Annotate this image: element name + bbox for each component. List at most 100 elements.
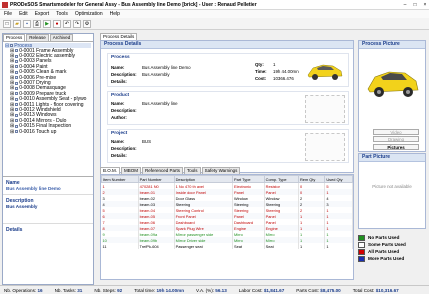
operation-icon [15,76,19,80]
drawing-button[interactable]: Drawing [373,136,419,142]
table-cell: Seat [232,243,265,249]
operation-icon [15,113,19,117]
table-cell: 1 [324,243,353,249]
product-desc-label: Description: [111,108,137,113]
cost-label: Cost: [255,76,267,81]
process-details-header: Process Details [101,41,353,49]
process-picture-panel: Process Picture Video Drawing Pictures [358,40,426,152]
bom-table-panel: Item Number Part Number Description Part Ty… [100,174,354,280]
tab-safety-warnings[interactable]: Safety Warnings [201,167,241,174]
menu-tools[interactable]: Tools [56,11,68,17]
menu-help[interactable]: Help [110,11,120,17]
project-card: Project Name: BUS Description: Details: [107,129,349,163]
pictures-button[interactable]: Pictures [373,144,419,150]
legend-swatch [358,234,365,241]
menu-bar: File Edit Export Tools Optimization Help [0,10,429,18]
status-time: Total time: 19h 14.00mn [134,287,185,293]
operation-icon [15,86,19,90]
operation-icon [15,92,19,96]
product-thumbnail-placeholder [305,95,345,123]
column-header[interactable]: Description [173,175,233,183]
tab-process[interactable]: Process [3,34,26,41]
save-icon[interactable]: ▪ [23,19,31,28]
column-header[interactable]: Used Qty [324,175,353,183]
legend-label: More Parts Used [368,256,405,261]
operation-icon [15,49,19,53]
process-card-title: Process [111,55,130,60]
menu-export[interactable]: Export [35,11,49,17]
process-picture-header: Process Picture [359,41,425,49]
tab-archived[interactable]: Archived [49,34,74,41]
table-row[interactable]: 11 TrefPk-604 Passenger seat Seat Seat 1 1 [101,243,353,249]
tree-item[interactable]: ⊞ 0-0016 Touch up [5,128,91,135]
expand-icon[interactable]: ⊞ [10,129,14,135]
legend-item: More Parts Used [358,255,426,262]
undo-icon[interactable]: ↶ [63,19,71,28]
tab-mbom[interactable]: MBOM [121,167,142,174]
project-desc-label: Description: [111,146,137,151]
table-cell: 1 [298,243,326,249]
tab-referenced-parts[interactable]: Referenced Parts [142,167,184,174]
toolbar: □ ▰ ▪ ⎙ ▶ ● ↶ ↷ ⚙ [0,18,429,30]
legend-label: Some Parts Used [368,242,406,247]
legend: No Parts Used Some Parts Used All Parts Us… [356,232,428,280]
column-header[interactable]: Part Number [137,175,175,183]
project-thumbnail-placeholder [305,133,345,161]
status-tasks: Nb. Tasks: 31 [54,287,83,293]
product-name-label: Name: [111,101,125,106]
column-header[interactable]: Rem Qty [297,175,326,183]
process-desc-value: Bus Assembly [142,72,170,77]
menu-edit[interactable]: Edit [19,11,28,17]
play-icon[interactable]: ▶ [43,19,51,28]
legend-label: No Parts Used [368,235,400,240]
redo-icon[interactable]: ↷ [73,19,81,28]
qty-value: 1 [273,62,276,67]
video-button[interactable]: Video [373,129,419,135]
menu-file[interactable]: File [4,11,12,17]
process-name-value: Bus Assembly line Demo [142,65,191,70]
window-title: PRODeSOS Smartsmodeler for General Assy … [10,1,257,8]
column-header[interactable]: Comp. Type [263,175,299,183]
operation-icon [15,54,19,58]
close-button[interactable]: × [421,2,429,8]
status-bar: Nb. Operations: 16 Nb. Tasks: 31 Nb. Ste… [0,285,429,294]
qty-label: Qty: [255,62,264,67]
tab-release[interactable]: Release [26,34,49,41]
table-cell: Seat [264,243,299,249]
tree-item-label: 0-0016 Touch up [19,128,57,135]
tab-process-details[interactable]: Process Details [100,33,138,40]
tab-tools[interactable]: Tools [184,167,201,174]
tab-bom[interactable]: B.O.M. [100,167,121,174]
operation-icon [15,81,19,85]
table-cell: 11 [101,243,139,249]
product-card-title: Product [111,93,130,98]
minimize-button[interactable]: – [401,2,409,8]
collapse-icon[interactable]: ⊟ [5,43,9,49]
menu-optimization[interactable]: Optimization [75,11,103,17]
app-icon [2,1,8,8]
operation-icon [15,124,19,128]
new-icon[interactable]: □ [3,19,11,28]
operation-icon [15,97,19,101]
product-author-label: Author: [111,115,127,120]
table-cell: Passenger seat [174,243,233,249]
stop-icon[interactable]: ● [53,19,61,28]
description-value: Bus Assembly [6,204,38,209]
status-steps: Nb. Steps: 92 [94,287,123,293]
operation-icon [15,59,19,63]
sub-tabs: B.O.M. MBOM Referenced Parts Tools Safet… [100,167,354,174]
print-icon[interactable]: ⎙ [33,19,41,28]
process-details-label: Details: [111,79,127,84]
open-folder-icon[interactable]: ▰ [13,19,21,28]
process-picture [365,53,421,109]
project-card-title: Project [111,131,128,136]
column-header[interactable]: Item Number [101,175,139,183]
maximize-button[interactable]: □ [411,2,419,8]
folder-icon [10,44,14,47]
column-header[interactable]: Part Type [231,175,265,183]
left-panel: Process Release Archived ⊟ Process ⊞ 0-00… [2,33,94,285]
title-bar: PRODeSOS Smartsmodeler for General Assy … [0,0,429,10]
legend-swatch [358,241,365,248]
settings-icon[interactable]: ⚙ [83,19,91,28]
operation-icon [15,130,19,134]
